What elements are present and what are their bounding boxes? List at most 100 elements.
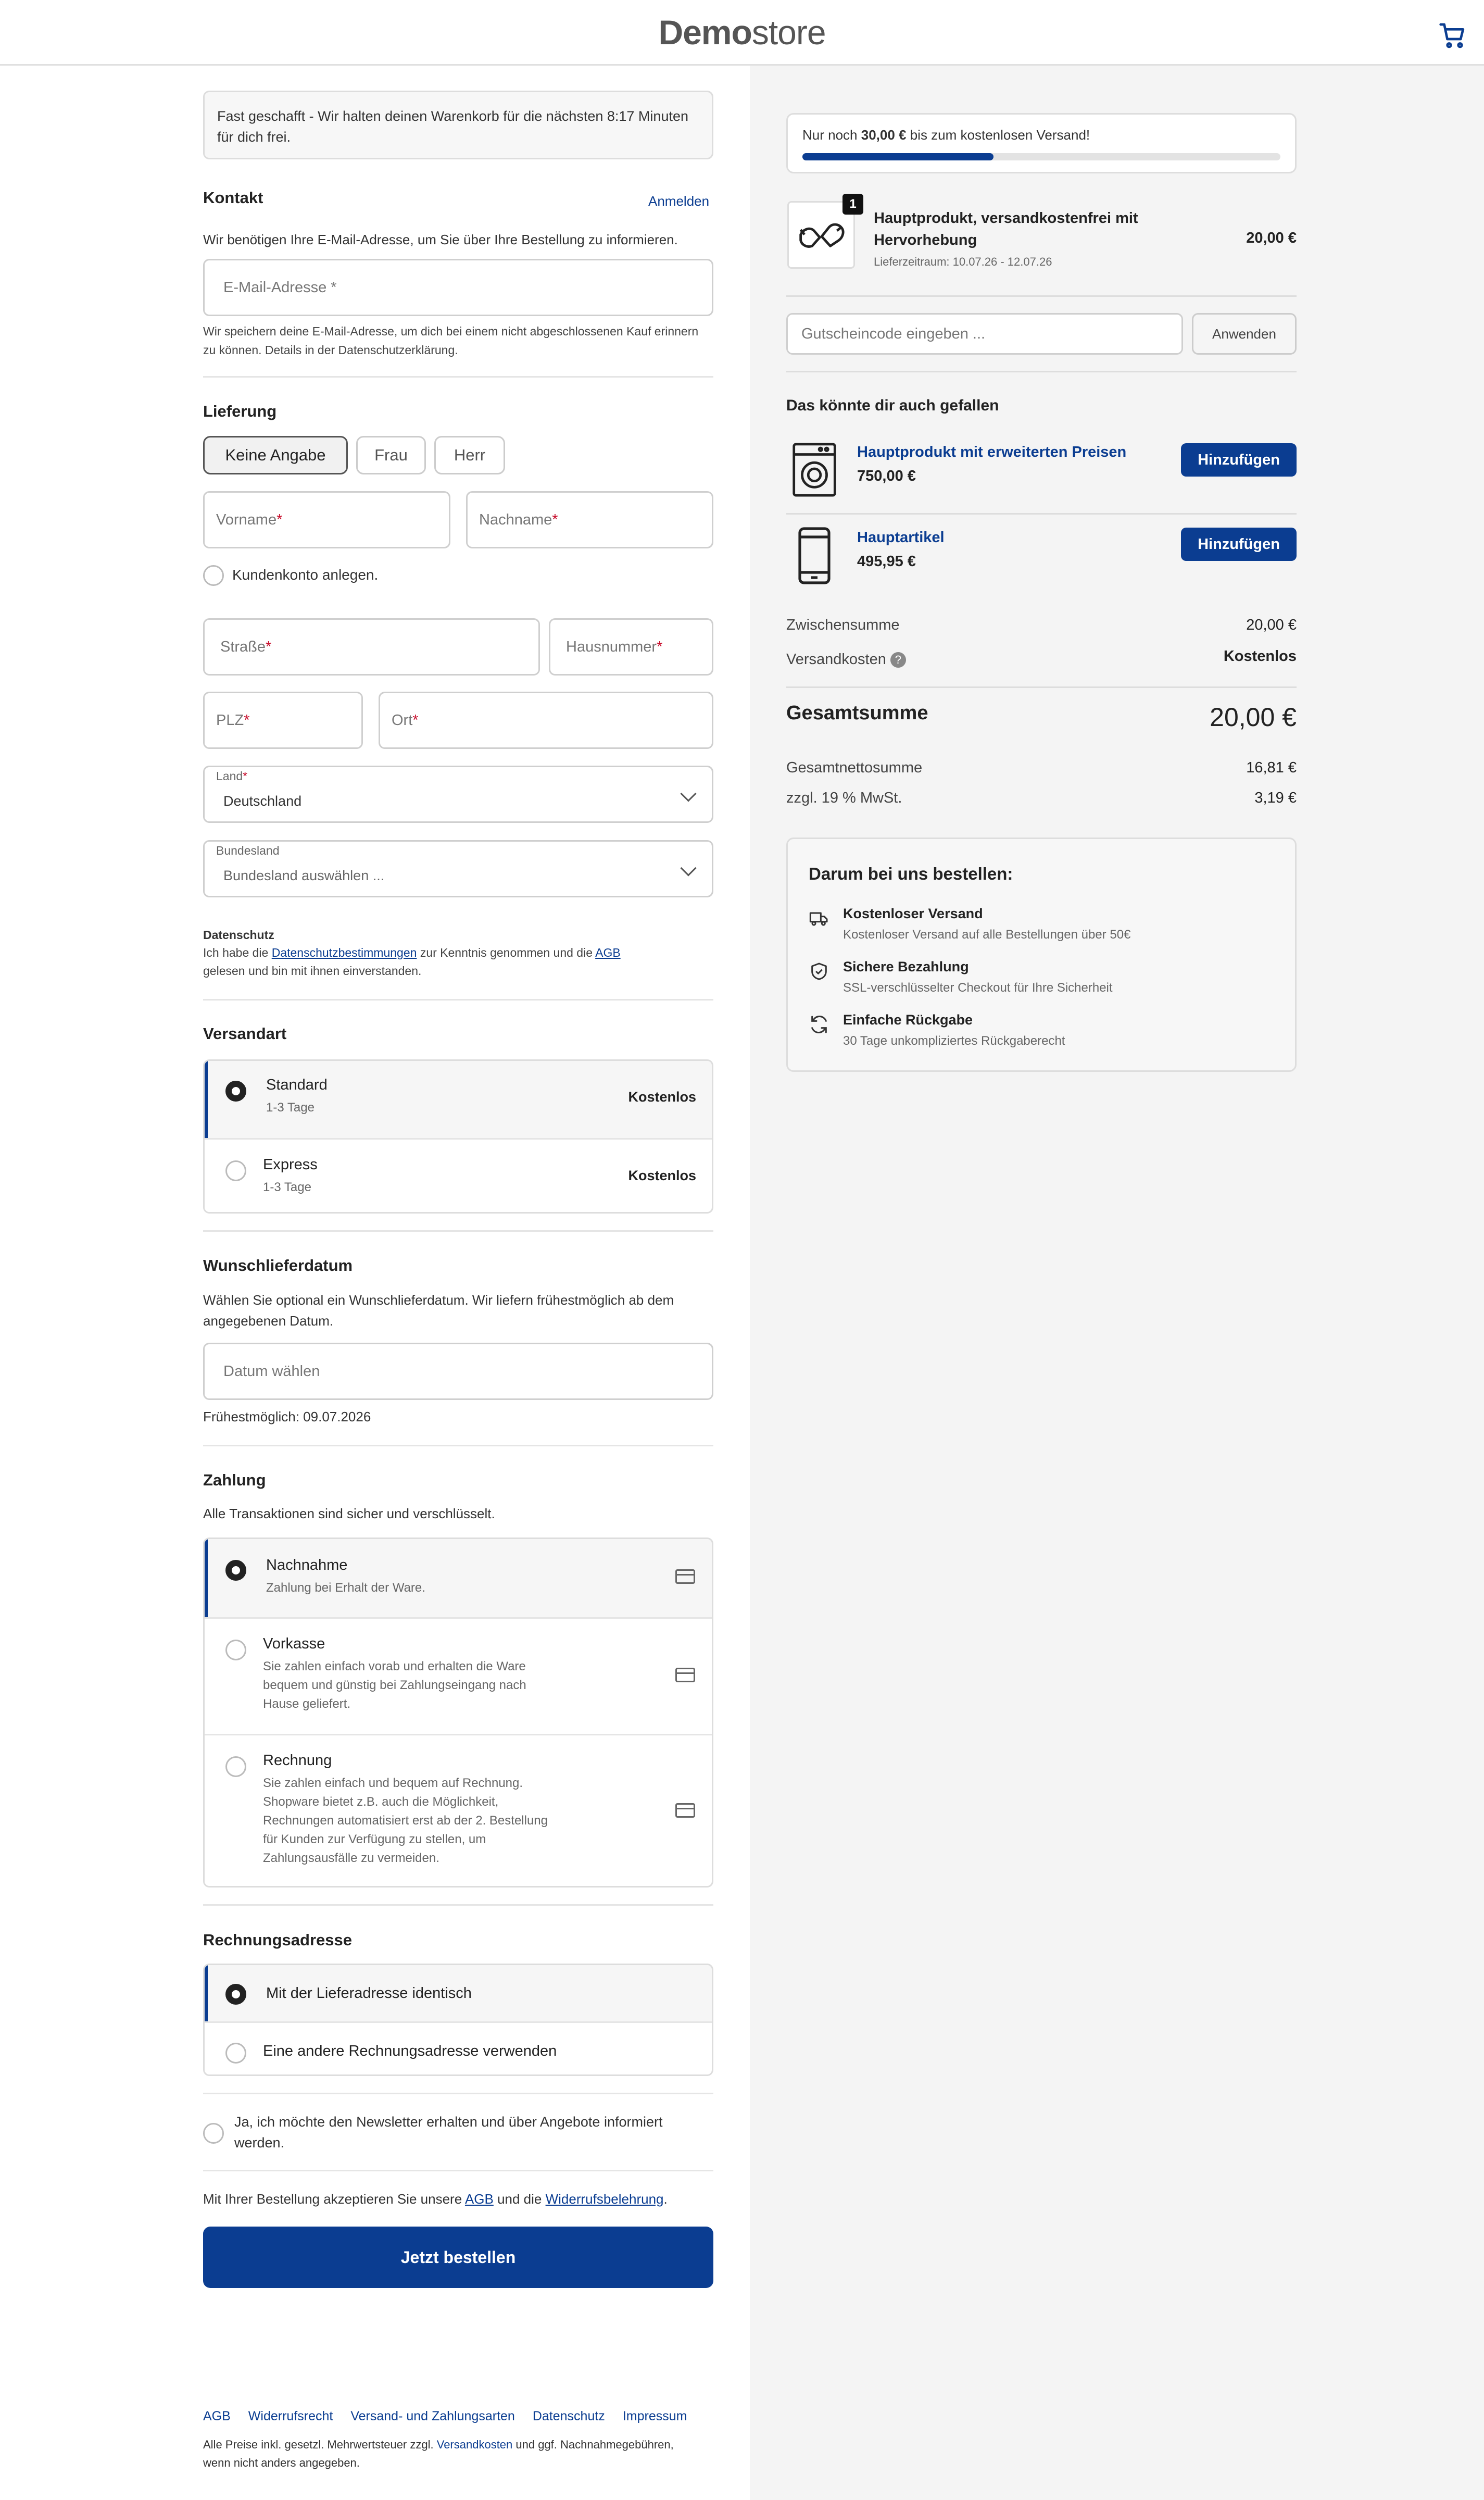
add-to-cart-button[interactable]: Hinzufügen xyxy=(1181,528,1297,561)
footer-links: AGB Widerrufsrecht Versand- und Zahlungsar… xyxy=(203,2409,705,2424)
terms-agb-link[interactable]: AGB xyxy=(465,2191,494,2207)
help-icon[interactable]: ? xyxy=(890,652,906,668)
street-field[interactable]: Straße * xyxy=(203,618,540,676)
footer-link-impressum[interactable]: Impressum xyxy=(623,2409,687,2423)
credit-card-icon xyxy=(675,1668,695,1682)
shield-icon xyxy=(811,963,827,980)
billing-radio[interactable] xyxy=(225,1984,246,2005)
payment-radio[interactable] xyxy=(225,1640,246,1660)
contact-title: Kontakt xyxy=(203,189,263,207)
total-label: Gesamtsumme xyxy=(786,702,928,724)
return-icon xyxy=(811,1016,827,1033)
shipping-option-express[interactable]: Express 1-3 Tage Kostenlos xyxy=(205,1138,712,1212)
smartphone-icon xyxy=(798,527,831,584)
date-field[interactable]: Datum wählen xyxy=(203,1343,713,1400)
payment-radio[interactable] xyxy=(225,1560,246,1581)
email-note: Wir speichern deine E-Mail-Adresse, um d… xyxy=(203,324,699,357)
login-link[interactable]: Anmelden xyxy=(648,192,709,211)
contact-hint: Wir benötigen Ihre E-Mail-Adresse, um Si… xyxy=(203,232,678,247)
salutation-herr[interactable]: Herr xyxy=(434,436,505,474)
salutation-frau[interactable]: Frau xyxy=(356,436,426,474)
terms-text: Mit Ihrer Bestellung akzeptieren Sie uns… xyxy=(203,2191,668,2207)
logo[interactable]: Demostore xyxy=(0,12,1484,52)
payment-text: Alle Transaktionen sind sicher und versc… xyxy=(203,1506,495,1521)
billing-radio[interactable] xyxy=(225,2043,246,2064)
delivery-title: Lieferung xyxy=(203,402,277,420)
delivery-period: Lieferzeitraum: 10.07.26 - 12.07.26 xyxy=(874,255,1052,268)
cart-timer-notice: Fast geschafft - Wir halten deinen Waren… xyxy=(203,91,713,159)
shipping-radio[interactable] xyxy=(225,1160,246,1181)
privacy-title: Datenschutz xyxy=(203,928,274,942)
footer-note: Alle Preise inkl. gesetzl. Mehrwertsteue… xyxy=(203,2438,674,2469)
free-shipping-box: Nur noch 30,00 € bis zum kostenlosen Ver… xyxy=(786,113,1297,173)
cart-icon[interactable] xyxy=(1438,21,1467,50)
why-us-title: Darum bei uns bestellen: xyxy=(809,864,1013,883)
payment-radio[interactable] xyxy=(225,1756,246,1777)
divider xyxy=(203,999,713,1001)
subtotal-value: 20,00 € xyxy=(1246,617,1297,633)
shipping-options: Standard 1-3 Tage Kostenlos Express 1-3 … xyxy=(203,1059,713,1214)
divider xyxy=(203,2170,713,2171)
shipping-cost-label: Versandkosten ? xyxy=(786,651,906,668)
place-order-button[interactable]: Jetzt bestellen xyxy=(203,2227,713,2288)
zip-field[interactable]: PLZ * xyxy=(203,692,363,749)
divider xyxy=(786,371,1297,372)
withdrawal-link[interactable]: Widerrufsbelehrung xyxy=(546,2191,664,2207)
newsletter-label: Ja, ich möchte den Newsletter erhalten u… xyxy=(234,2114,663,2151)
agb-link[interactable]: AGB xyxy=(595,946,621,959)
housenumber-field[interactable]: Hausnummer * xyxy=(549,618,713,676)
truck-icon xyxy=(809,912,828,926)
billing-option-other[interactable]: Eine andere Rechnungsadresse verwenden xyxy=(205,2021,712,2074)
divider xyxy=(203,2093,713,2094)
payment-option-nachnahme[interactable]: Nachnahme Zahlung bei Erhalt der Ware. xyxy=(205,1539,712,1617)
city-field[interactable]: Ort * xyxy=(379,692,713,749)
firstname-field[interactable]: Vorname * xyxy=(203,491,450,548)
net-total-label: Gesamtnettosumme xyxy=(786,759,923,776)
divider xyxy=(786,686,1297,688)
product-name[interactable]: Hauptprodukt, versandkostenfrei mit Hervo… xyxy=(874,207,1138,251)
state-select[interactable]: Bundesland Bundesland auswählen ... xyxy=(203,840,713,897)
create-account-radio[interactable] xyxy=(203,565,224,586)
footer-shipping-link[interactable]: Versandkosten xyxy=(437,2438,513,2451)
salutation-none[interactable]: Keine Angabe xyxy=(203,436,348,474)
tax-value: 3,19 € xyxy=(1254,790,1297,806)
cross-product-price: 495,95 € xyxy=(857,553,916,570)
newsletter-checkbox[interactable] xyxy=(203,2123,224,2144)
footer-link-widerrufsrecht[interactable]: Widerrufsrecht xyxy=(248,2409,333,2423)
payment-option-vorkasse[interactable]: Vorkasse Sie zahlen einfach vorab und er… xyxy=(205,1617,712,1734)
shipping-radio[interactable] xyxy=(225,1081,246,1102)
product-price: 20,00 € xyxy=(1246,230,1297,246)
divider xyxy=(786,295,1297,297)
lastname-field[interactable]: Nachname * xyxy=(466,491,713,548)
divider xyxy=(203,376,713,378)
privacy-text: Ich habe die Datenschutzbestimmungen zur… xyxy=(203,946,621,978)
shipping-option-standard[interactable]: Standard 1-3 Tage Kostenlos xyxy=(205,1061,712,1138)
shipping-title: Versandart xyxy=(203,1024,287,1043)
shipping-cost-value: Kostenlos xyxy=(1223,648,1297,665)
payment-options: Nachnahme Zahlung bei Erhalt der Ware. V… xyxy=(203,1538,713,1888)
email-field[interactable]: E-Mail-Adresse * xyxy=(203,259,713,316)
voucher-apply-button[interactable]: Anwenden xyxy=(1192,313,1297,355)
wish-date-text: Wählen Sie optional ein Wunschlieferdatu… xyxy=(203,1292,674,1329)
country-select[interactable]: Land* Deutschland xyxy=(203,766,713,823)
chevron-down-icon xyxy=(680,860,697,877)
net-total-value: 16,81 € xyxy=(1246,759,1297,776)
credit-card-icon xyxy=(675,1569,695,1584)
wish-date-title: Wunschlieferdatum xyxy=(203,1256,353,1274)
header: Demostore xyxy=(0,0,1484,66)
voucher-input[interactable]: Gutscheincode eingeben ... xyxy=(786,313,1183,355)
cross-product-name[interactable]: Hauptprodukt mit erweiterten Preisen xyxy=(857,444,1126,461)
billing-options: Mit der Lieferadresse identisch Eine and… xyxy=(203,1964,713,2076)
cross-product-name[interactable]: Hauptartikel xyxy=(857,529,945,546)
divider xyxy=(203,1230,713,1232)
divider xyxy=(203,1904,713,1906)
quantity-badge: 1 xyxy=(842,194,863,215)
billing-option-same[interactable]: Mit der Lieferadresse identisch xyxy=(205,1965,712,2021)
footer-link-datenschutz[interactable]: Datenschutz xyxy=(533,2409,605,2423)
footer-link-agb[interactable]: AGB xyxy=(203,2409,231,2423)
privacy-link[interactable]: Datenschutzbestimmungen xyxy=(272,946,417,959)
payment-title: Zahlung xyxy=(203,1471,266,1489)
payment-option-rechnung[interactable]: Rechnung Sie zahlen einfach und bequem a… xyxy=(205,1734,712,1886)
add-to-cart-button[interactable]: Hinzufügen xyxy=(1181,443,1297,477)
footer-link-versand[interactable]: Versand- und Zahlungsarten xyxy=(350,2409,515,2423)
